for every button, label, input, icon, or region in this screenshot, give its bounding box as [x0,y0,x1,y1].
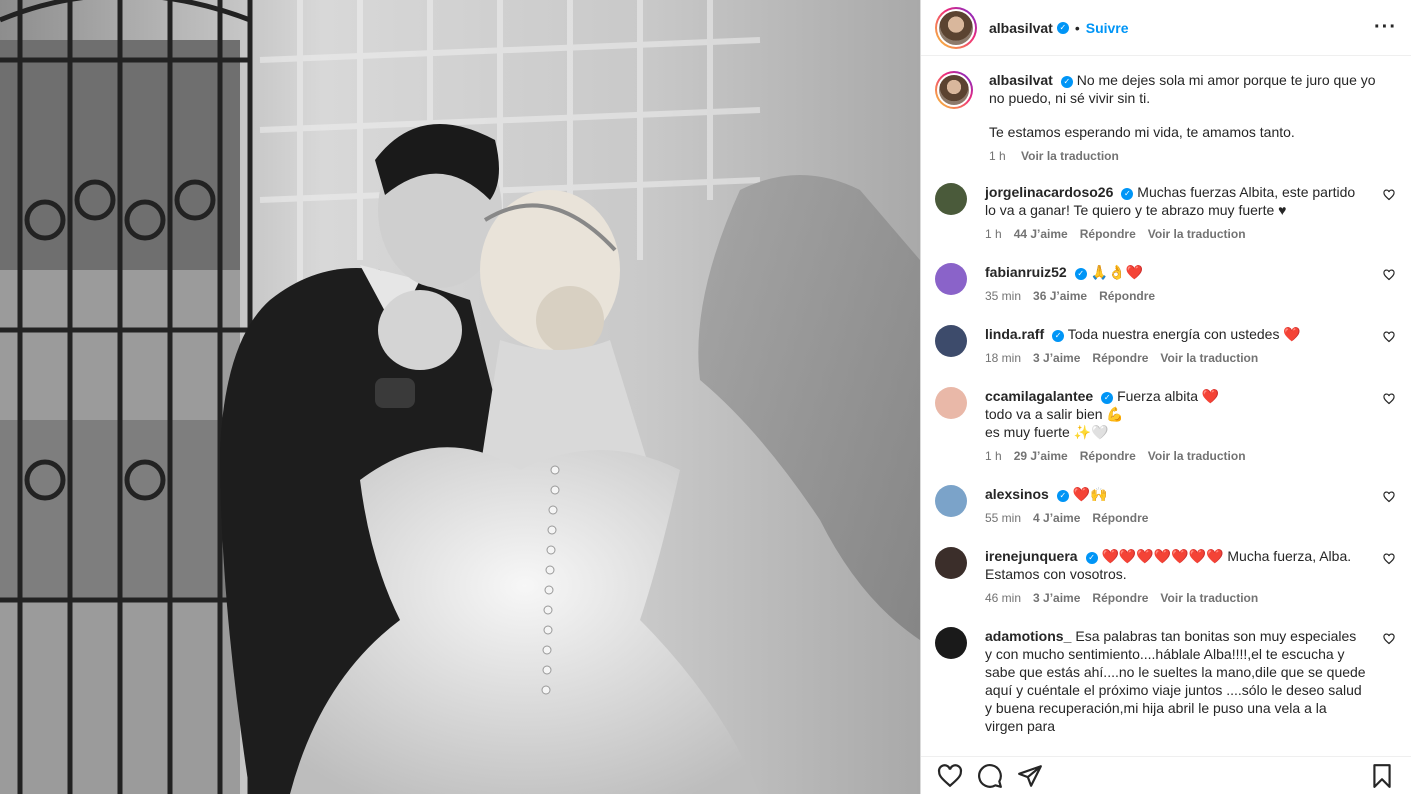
author-avatar[interactable] [935,6,977,49]
reply-button[interactable]: Répondre [1080,449,1136,463]
comment-likes[interactable]: 4 J’aime [1033,511,1080,525]
commenter-username[interactable]: jorgelinacardoso26 [985,184,1113,200]
translate-link[interactable]: Voir la traduction [1160,351,1258,365]
reply-button[interactable]: Répondre [1092,591,1148,605]
author-username[interactable]: albasilvat [989,20,1053,36]
commenter-avatar[interactable] [935,547,967,579]
commenter-avatar[interactable] [935,263,967,295]
verified-badge-icon: ✓ [1085,552,1098,564]
comment-time: 55 min [985,511,1022,525]
post-image[interactable] [0,0,920,794]
verified-badge-icon: ✓ [1121,188,1134,200]
like-comment-icon[interactable] [1383,189,1395,201]
verified-badge-icon: ✓ [1056,490,1069,502]
comment-item: adamotions_ Esa palabras tan bonitas son … [935,627,1395,735]
comment-likes[interactable]: 29 J’aime [1014,449,1068,463]
commenter-username[interactable]: linda.raff [985,326,1044,342]
heart-outline-icon[interactable] [937,763,963,789]
comment-time: 1 h [985,449,1002,463]
post-header: albasilvat ✓ • Suivre ··· [921,0,1411,56]
verified-badge-icon: ✓ [1060,76,1073,88]
like-comment-icon[interactable] [1383,633,1395,645]
caption: albasilvat ✓ No me dejes sola mi amor por… [935,71,1395,165]
reply-button[interactable]: Répondre [1080,227,1136,241]
comment-text: ❤️🙌 [1072,486,1108,502]
like-comment-icon[interactable] [1383,491,1395,503]
caption-avatar[interactable] [935,71,973,109]
comment-item: jorgelinacardoso26 ✓ Muchas fuerzas Albit… [935,183,1395,243]
comment-item: ccamilagalantee ✓ Fuerza albita ❤️ todo v… [935,387,1395,465]
caption-username[interactable]: albasilvat [989,72,1053,88]
comment-likes[interactable]: 3 J’aime [1033,351,1080,365]
verified-badge-icon: ✓ [1101,392,1114,404]
like-comment-icon[interactable] [1383,331,1395,343]
post-side-panel: albasilvat ✓ • Suivre ··· albasilvat ✓ No… [920,0,1411,794]
verified-badge-icon: ✓ [1074,268,1087,280]
commenter-avatar[interactable] [935,485,967,517]
commenter-username[interactable]: alexsinos [985,486,1049,502]
separator-dot: • [1074,19,1080,36]
more-options-icon[interactable]: ··· [1374,16,1397,39]
reply-button[interactable]: Répondre [1099,289,1155,303]
comment-item: linda.raff ✓ Toda nuestra energía con ust… [935,325,1395,367]
comment-time: 18 min [985,351,1022,365]
comment-time: 46 min [985,591,1022,605]
follow-button[interactable]: Suivre [1086,20,1129,36]
comment-text: Toda nuestra energía con ustedes ❤️ [1067,326,1301,342]
comments-list[interactable]: albasilvat ✓ No me dejes sola mi amor por… [921,57,1411,756]
bookmark-icon[interactable] [1369,763,1395,789]
commenter-avatar[interactable] [935,387,967,419]
commenter-username[interactable]: adamotions_ [985,628,1071,644]
comment-item: fabianruiz52 ✓ 🙏👌❤️ 35 min 36 J’aime Répondr… [935,263,1395,305]
commenter-username[interactable]: ccamilagalantee [985,388,1093,404]
translate-link[interactable]: Voir la traduction [1148,227,1246,241]
wedding-photo-illustration [0,0,920,794]
comment-likes[interactable]: 44 J’aime [1014,227,1068,241]
comment-likes[interactable]: 3 J’aime [1033,591,1080,605]
translate-link[interactable]: Voir la traduction [1160,591,1258,605]
reply-button[interactable]: Répondre [1092,511,1148,525]
comment-time: 1 h [985,227,1002,241]
caption-time: 1 h [989,149,1006,163]
like-comment-icon[interactable] [1383,269,1395,281]
share-icon[interactable] [1017,763,1043,789]
post-actions-bar [921,756,1411,794]
like-comment-icon[interactable] [1383,393,1395,405]
comment-time: 35 min [985,289,1022,303]
comment-item: irenejunquera ✓ ❤️❤️❤️❤️❤️❤️❤️ Mucha fuer… [935,547,1395,607]
comment-icon[interactable] [977,763,1003,789]
comment-likes[interactable]: 36 J’aime [1033,289,1087,303]
commenter-avatar[interactable] [935,627,967,659]
translate-link[interactable]: Voir la traduction [1148,449,1246,463]
verified-badge-icon: ✓ [1056,21,1069,34]
caption-text-line2: Te estamos esperando mi vida, te amamos … [989,124,1295,140]
commenter-avatar[interactable] [935,183,967,215]
verified-badge-icon: ✓ [1052,330,1065,342]
like-comment-icon[interactable] [1383,553,1395,565]
comment-item: alexsinos ✓ ❤️🙌 55 min 4 J’aime Répondre [935,485,1395,527]
comment-text: 🙏👌❤️ [1090,264,1143,280]
commenter-avatar[interactable] [935,325,967,357]
commenter-username[interactable]: fabianruiz52 [985,264,1067,280]
commenter-username[interactable]: irenejunquera [985,548,1078,564]
reply-button[interactable]: Répondre [1092,351,1148,365]
caption-translate-link[interactable]: Voir la traduction [1021,149,1119,163]
